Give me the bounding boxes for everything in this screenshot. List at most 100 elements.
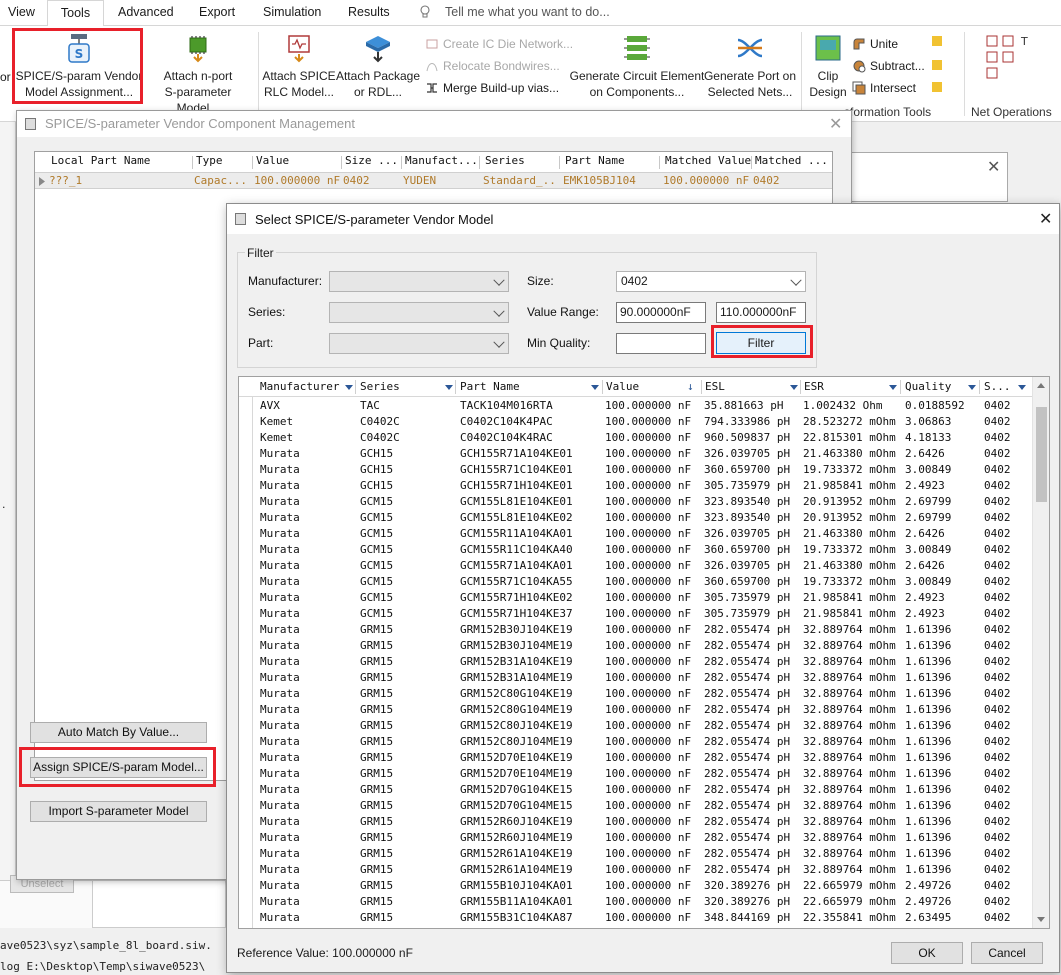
table-row[interactable]: Murata GRM15 GRM152R61A104KE19 100.000000 n… bbox=[254, 846, 1034, 862]
scroll-down-icon[interactable] bbox=[1037, 917, 1045, 922]
table-row[interactable]: Murata GCM15 GCM155L81E104KE01 100.000000 n… bbox=[254, 494, 1034, 510]
assign-spice-sparam-model-button[interactable]: Assign SPICE/S-param Model... bbox=[30, 757, 207, 778]
menu-simulation[interactable]: Simulation bbox=[263, 0, 321, 26]
table-row[interactable]: Kemet C0402C C0402C104K4RAC 100.000000 nF 96… bbox=[254, 430, 1034, 446]
vcm-col-manufacturer[interactable]: Manufact... bbox=[405, 154, 479, 171]
vcm-col-matched-size[interactable]: Matched ... bbox=[755, 154, 831, 171]
vcm-col-size[interactable]: Size ... bbox=[345, 154, 401, 171]
table-row[interactable]: Murata GRM15 GRM152D70E104ME19 100.000000 n… bbox=[254, 766, 1034, 782]
auto-match-by-value-button[interactable]: Auto Match By Value... bbox=[30, 722, 207, 743]
vcm-col-type[interactable]: Type bbox=[196, 154, 252, 171]
filter-arrow-icon[interactable] bbox=[445, 385, 453, 390]
table-row[interactable]: Murata GRM15 GRM152B31A104KE19 100.000000 n… bbox=[254, 654, 1034, 670]
menu-tools[interactable]: Tools bbox=[47, 0, 104, 27]
menu-advanced[interactable]: Advanced bbox=[118, 0, 174, 26]
table-row[interactable]: Murata GRM15 GRM152C80J104KE19 100.000000 n… bbox=[254, 718, 1034, 734]
merge-buildup-vias-button[interactable]: Merge Build-up vias... bbox=[425, 80, 559, 96]
table-row[interactable]: Murata GCM15 GCM155R11C104KA40 100.000000 n… bbox=[254, 542, 1034, 558]
table-row[interactable]: Murata GCM15 GCM155R71C104KA55 100.000000 n… bbox=[254, 574, 1034, 590]
table-row[interactable]: Murata GCM15 GCM155R71H104KE02 100.000000 n… bbox=[254, 590, 1034, 606]
table-row[interactable]: Murata GRM15 GRM152R60J104KE19 100.000000 n… bbox=[254, 814, 1034, 830]
table-row[interactable]: Murata GRM15 GRM152D70G104ME15 100.000000 n… bbox=[254, 798, 1034, 814]
filter-arrow-icon[interactable] bbox=[1018, 385, 1026, 390]
vcm-table-row[interactable]: ???_1 Capac... 100.000000 nF 0402 YUDEN … bbox=[35, 172, 832, 189]
generate-circuit-element-button[interactable]: Generate Circuit Element on Components..… bbox=[568, 32, 706, 100]
col-esl[interactable]: ESL bbox=[705, 380, 725, 393]
table-row[interactable]: Murata GRM15 GRM155B10J104KA01 100.000000 n… bbox=[254, 878, 1034, 894]
attach-spice-rlc-button[interactable]: Attach SPICE RLC Model... bbox=[261, 32, 337, 100]
scrollbar-thumb[interactable] bbox=[1036, 407, 1047, 502]
table-row[interactable]: Murata GCM15 GCM155R71A104KA01 100.000000 n… bbox=[254, 558, 1034, 574]
value-range-min-input[interactable]: 90.000000nF bbox=[616, 302, 706, 323]
table-row[interactable]: Murata GRM15 GRM155B11A104KA01 100.000000 n… bbox=[254, 894, 1034, 910]
table-row[interactable]: Murata GCM15 GCM155R71H104KE37 100.000000 n… bbox=[254, 606, 1034, 622]
svm-close-icon[interactable]: ✕ bbox=[1039, 211, 1052, 227]
unite-button[interactable]: Unite bbox=[852, 36, 898, 52]
table-row[interactable]: Murata GCH15 GCH155R71C104KE01 100.000000 n… bbox=[254, 462, 1034, 478]
min-quality-input[interactable] bbox=[616, 333, 706, 354]
subtract-button[interactable]: Subtract... bbox=[852, 58, 925, 74]
filter-arrow-icon[interactable] bbox=[889, 385, 897, 390]
table-row[interactable]: Murata GRM15 GRM152C80G104ME19 100.000000 n… bbox=[254, 702, 1034, 718]
row-expand-icon[interactable] bbox=[38, 177, 46, 186]
scroll-up-icon[interactable] bbox=[1037, 383, 1045, 388]
table-row[interactable]: Murata GRM15 GRM155B31C104KA87 100.000000 n… bbox=[254, 910, 1034, 926]
col-quality[interactable]: Quality bbox=[905, 380, 951, 393]
vcm-close-icon[interactable]: ✕ bbox=[829, 116, 842, 132]
table-row[interactable]: Murata GCM15 GCM155L81E104KE02 100.000000 n… bbox=[254, 510, 1034, 526]
col-part-name[interactable]: Part Name bbox=[460, 380, 520, 393]
net-operations-icons[interactable]: T bbox=[985, 34, 1035, 80]
intersect-button[interactable]: Intersect bbox=[852, 80, 916, 96]
table-row[interactable]: Kemet C0402C C0402C104K4PAC 100.000000 nF 79… bbox=[254, 414, 1034, 430]
part-dropdown[interactable] bbox=[329, 333, 509, 354]
cancel-button[interactable]: Cancel bbox=[971, 942, 1043, 964]
table-row[interactable]: Murata GRM15 GRM152B30J104KE19 100.000000 n… bbox=[254, 622, 1034, 638]
table-row[interactable]: Murata GRM15 GRM152B31A104ME19 100.000000 n… bbox=[254, 670, 1034, 686]
table-row[interactable]: Murata GRM15 GRM152R61A104ME19 100.000000 n… bbox=[254, 862, 1034, 878]
vcm-col-matched-value[interactable]: Matched Value bbox=[665, 154, 751, 171]
col-size[interactable]: S... bbox=[984, 380, 1011, 393]
ok-button[interactable]: OK bbox=[891, 942, 963, 964]
table-row[interactable]: Murata GRM15 GRM152C80G104KE19 100.000000 n… bbox=[254, 686, 1034, 702]
vcm-col-part-name[interactable]: Part Name bbox=[565, 154, 659, 171]
table-row[interactable]: Murata GRM15 GRM152R60J104ME19 100.000000 n… bbox=[254, 830, 1034, 846]
value-range-max-input[interactable]: 110.000000nF bbox=[716, 302, 806, 323]
table-row[interactable]: Murata GRM15 GRM152C80J104ME19 100.000000 n… bbox=[254, 734, 1034, 750]
sort-ascending-icon[interactable]: ↓ bbox=[687, 380, 694, 393]
size-dropdown[interactable]: 0402 bbox=[616, 271, 806, 292]
table-row[interactable]: Murata GCM15 GCM155R11A104KA01 100.000000 n… bbox=[254, 526, 1034, 542]
series-dropdown[interactable] bbox=[329, 302, 509, 323]
vertical-scrollbar[interactable] bbox=[1032, 377, 1049, 928]
table-row[interactable]: Murata GRM15 GRM152B30J104ME19 100.000000 n… bbox=[254, 638, 1034, 654]
col-manufacturer[interactable]: Manufacturer bbox=[260, 380, 339, 393]
table-row[interactable]: Murata GRM15 GRM152D70E104KE19 100.000000 n… bbox=[254, 750, 1034, 766]
relocate-bondwires-button[interactable]: Relocate Bondwires... bbox=[425, 58, 560, 74]
col-value[interactable]: Value bbox=[606, 380, 639, 393]
create-ic-die-network-button[interactable]: Create IC Die Network... bbox=[425, 36, 573, 52]
manufacturer-dropdown[interactable] bbox=[329, 271, 509, 292]
col-series[interactable]: Series bbox=[360, 380, 400, 393]
table-row[interactable]: Murata GRM15 GRM152D70G104KE15 100.000000 n… bbox=[254, 782, 1034, 798]
filter-arrow-icon[interactable] bbox=[790, 385, 798, 390]
menu-view[interactable]: View bbox=[8, 0, 35, 26]
filter-arrow-icon[interactable] bbox=[591, 385, 599, 390]
vcm-col-local-part-name[interactable]: Local Part Name bbox=[51, 154, 191, 171]
vcm-col-series[interactable]: Series bbox=[485, 154, 559, 171]
attach-package-button[interactable]: Attach Package or RDL... bbox=[335, 32, 421, 100]
tell-me-search[interactable]: Tell me what you want to do... bbox=[445, 0, 610, 26]
table-row[interactable]: Murata GCH15 GCH155R71A104KE01 100.000000 n… bbox=[254, 446, 1034, 462]
attach-nport-button[interactable]: Attach n-port S-parameter Model... bbox=[142, 32, 254, 116]
filter-arrow-icon[interactable] bbox=[345, 385, 353, 390]
generate-port-button[interactable]: Generate Port on Selected Nets... bbox=[703, 32, 797, 100]
clip-design-button[interactable]: Clip Design bbox=[806, 32, 850, 100]
transform-tools-icons[interactable] bbox=[930, 34, 946, 94]
close-icon[interactable]: ✕ bbox=[987, 159, 1000, 175]
spice-vendor-model-assignment-button[interactable]: S SPICE/S-param Vendor Model Assignment.… bbox=[14, 32, 144, 100]
table-row[interactable]: Murata GCH15 GCH155R71H104KE01 100.000000 n… bbox=[254, 478, 1034, 494]
menu-results[interactable]: Results bbox=[348, 0, 390, 26]
menu-export[interactable]: Export bbox=[199, 0, 235, 26]
col-esr[interactable]: ESR bbox=[804, 380, 824, 393]
import-sparameter-model-button[interactable]: Import S-parameter Model bbox=[30, 801, 207, 822]
filter-arrow-icon[interactable] bbox=[968, 385, 976, 390]
vcm-col-value[interactable]: Value bbox=[256, 154, 341, 171]
